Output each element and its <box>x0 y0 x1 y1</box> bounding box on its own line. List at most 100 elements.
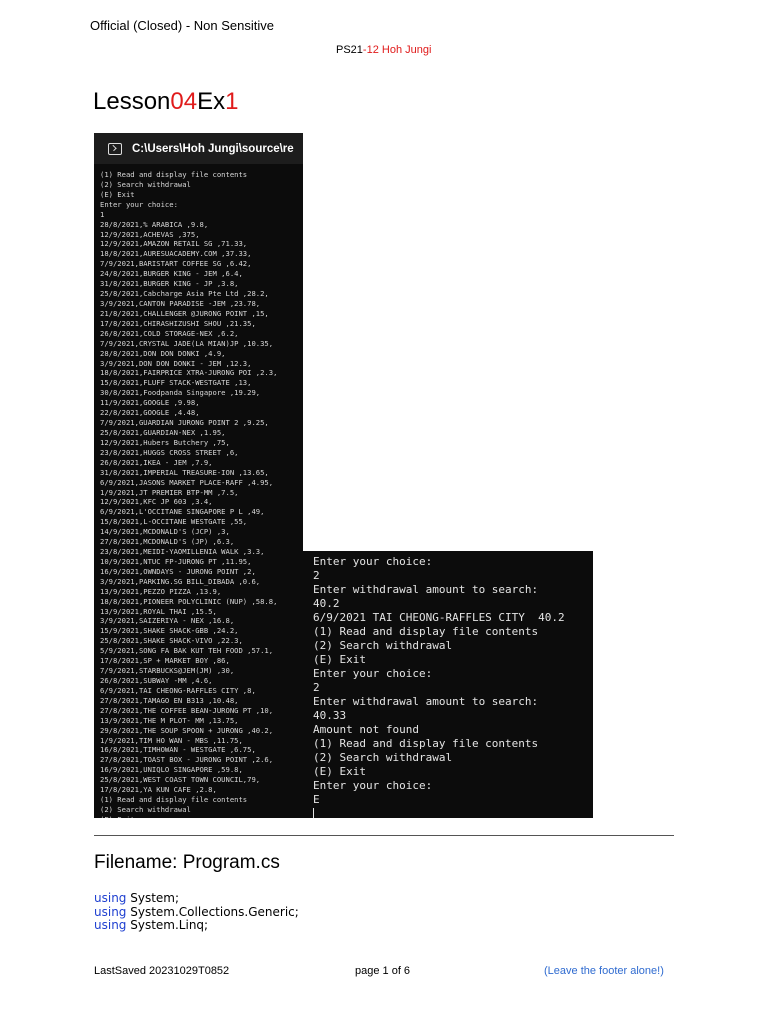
footer-page-number: page 1 of 6 <box>355 965 411 977</box>
terminal-line: 17/8/2021,YA KUN CAFE ,2.8, <box>100 785 217 795</box>
terminal-line: 2 <box>313 681 320 694</box>
terminal-line: Enter your choice: <box>100 199 178 209</box>
terminal-line: Amount not found <box>313 723 419 736</box>
terminal-line: 12/9/2021,ACHEVAS ,375, <box>100 229 200 239</box>
terminal-line: 7/9/2021,CRYSTAL JADE(LA MIAN)JP ,10.35, <box>100 338 274 348</box>
terminal-line: 12/9/2021,KFC JP 603 ,3.4, <box>100 497 213 507</box>
terminal-output-lines: (1) Read and display file contents (2) Se… <box>94 164 303 818</box>
terminal-line: (1) Read and display file contents <box>100 795 248 805</box>
terminal-line: 22/8/2021,GOOGLE ,4.48, <box>100 408 200 418</box>
terminal-line: 26/8/2021,SUBWAY -MM ,4.6, <box>100 676 213 686</box>
terminal-screenshot-search: Enter your choice: 2 Enter withdrawal amou… <box>303 551 593 818</box>
terminal-line: (2) Search withdrawal <box>100 805 191 814</box>
terminal-line: 18/8/2021,FAIRPRICE XTRA-JURONG POI ,2.3… <box>100 368 278 378</box>
terminal-line: 25/8/2021,SHAKE SHACK-VIVO ,22.3, <box>100 636 243 646</box>
terminal-line: 28/8/2021,% ARABICA ,9.8, <box>100 219 209 229</box>
terminal-line: 1 <box>100 209 105 219</box>
code-text: System.Linq; <box>126 918 209 932</box>
terminal-line: 40.2 <box>313 597 340 610</box>
terminal-line: 10/9/2021,NTUC FP-JURONG PT ,11.95, <box>100 556 252 566</box>
terminal-line: 1/9/2021,TIM HO WAN - MBS ,11.75, <box>100 735 243 745</box>
code-text: System; <box>126 891 180 905</box>
terminal-line: 28/8/2021,DON DON DONKI ,4.9, <box>100 348 226 358</box>
terminal-line: 7/9/2021,GUARDIAN JURONG POINT 2 ,9.25, <box>100 418 269 428</box>
footer-note: (Leave the footer alone!) <box>544 965 664 977</box>
terminal-line: 15/8/2021,L-OCCITANE WESTGATE ,55, <box>100 517 248 527</box>
terminal-line: 40.33 <box>313 709 347 722</box>
terminal-line: Enter withdrawal amount to search: <box>313 583 539 596</box>
terminal-line: (2) Search withdrawal <box>313 639 453 652</box>
terminal-line: 12/9/2021,AMAZON RETAIL SG ,71.33, <box>100 239 248 249</box>
terminal-line: 24/8/2021,BURGER KING - JEM ,6.4, <box>100 269 243 279</box>
terminal-line: 23/8/2021,MEIDI-YAOMILLENIA WALK ,3.3, <box>100 547 265 557</box>
page-title: Lesson04Ex1 <box>93 88 238 116</box>
terminal-line: 18/8/2021,AURESUACADEMY.COM ,37.33, <box>100 249 252 259</box>
terminal-line: E <box>313 793 320 806</box>
terminal-line: (1) Read and display file contents <box>313 625 539 638</box>
terminal-line: 6/9/2021,JASONS MARKET PLACE-RAFF ,4.95, <box>100 477 274 487</box>
terminal-line: 12/9/2021,Hubers Butchery ,75, <box>100 437 230 447</box>
filename-heading: Filename: Program.cs <box>94 852 280 873</box>
terminal-line: 29/8/2021,THE SOUP SPOON + JURONG ,40.2, <box>100 725 274 735</box>
terminal-line: 21/8/2021,CHALLENGER @JURONG POINT ,15, <box>100 308 269 318</box>
terminal-line: 25/8/2021,GUARDIAN-NEX ,1.95, <box>100 427 226 437</box>
terminal-line: 3/9/2021,SAIZERIYA - NEX ,16.8, <box>100 616 235 626</box>
terminal-line: 5/9/2021,SONG FA BAK KUT TEH FOOD ,57.1, <box>100 646 274 656</box>
title-lesson-number: 04 <box>170 88 198 115</box>
terminal-line: (E) Exit <box>100 815 303 818</box>
terminal-line: 3/9/2021,CANTON PARADISE -JEM ,23.78, <box>100 298 261 308</box>
header-id-prefix: PS21 <box>336 44 363 56</box>
terminal-line: 13/9/2021,PEZZO PIZZA ,13.9, <box>100 586 222 596</box>
terminal-line: 25/8/2021,WEST COAST TOWN COUNCIL,79, <box>100 775 261 785</box>
terminal-cursor <box>313 808 314 818</box>
terminal-line: (E) Exit <box>100 189 135 199</box>
terminal-line: 27/8/2021,MCDONALD'S (JP) ,6.3, <box>100 537 235 547</box>
terminal-title-bar: C:\Users\Hoh Jungi\source\re <box>94 133 303 164</box>
terminal-line: (2) Search withdrawal <box>313 751 453 764</box>
code-line: using System.Collections.Generic; <box>94 904 299 920</box>
code-text: System.Collections.Generic; <box>126 904 299 919</box>
terminal-line: Enter your choice: <box>313 555 433 568</box>
terminal-line: 25/8/2021,Cabcharge Asia Pte Ltd ,28.2, <box>100 289 269 299</box>
title-lesson: Lesson <box>93 88 171 115</box>
code-line: using System; <box>94 891 299 906</box>
terminal-line: 17/8/2021,CHIRASHIZUSHI SHOU ,21.35, <box>100 318 256 328</box>
terminal-line: Enter your choice: <box>313 779 433 792</box>
terminal-line: (E) Exit <box>313 765 366 778</box>
terminal-line: 13/9/2021,ROYAL THAI ,15.5, <box>100 606 217 616</box>
terminal-line: 11/9/2021,GOOGLE ,9.98, <box>100 398 200 408</box>
terminal-screenshot-output: C:\Users\Hoh Jungi\source\re (1) Read an… <box>94 133 303 818</box>
section-divider <box>94 835 674 836</box>
terminal-line: 27/8/2021,TAMAGO EN B313 ,10.48, <box>100 695 239 705</box>
terminal-line: 16/8/2021,TIMHOWAN - WESTGATE ,6.75, <box>100 745 256 755</box>
code-line: using System.Linq; <box>94 918 299 933</box>
terminal-icon <box>108 142 122 155</box>
terminal-line: 30/8/2021,Foodpanda Singapore ,19.29, <box>100 388 261 398</box>
terminal-line: 17/8/2021,SP + MARKET BOY ,86, <box>100 656 230 666</box>
terminal-line: (2) Search withdrawal <box>100 179 191 189</box>
terminal-line: 6/9/2021,TAI CHEONG-RAFFLES CITY ,8, <box>100 685 256 695</box>
terminal-search-lines: Enter your choice: 2 Enter withdrawal amou… <box>303 551 593 818</box>
terminal-line: 15/9/2021,SHAKE SHACK-GBB ,24.2, <box>100 626 239 636</box>
terminal-line: 26/8/2021,IKEA - JEM ,7.9, <box>100 457 213 467</box>
code-block: using System; using System.Collections.Ge… <box>94 891 299 933</box>
terminal-line: 27/8/2021,TOAST BOX - JURONG POINT ,2.6, <box>100 755 274 765</box>
code-keyword: using <box>94 904 127 919</box>
header-id-suffix: -12 Hoh Jungi <box>362 44 432 56</box>
header-student-id: PS21-12 Hoh Jungi <box>336 44 431 56</box>
terminal-line: 3/9/2021,DON DON DONKI - JEM ,12.3, <box>100 358 252 368</box>
terminal-line: Enter your choice: <box>313 667 433 680</box>
header-classification: Official (Closed) - Non Sensitive <box>90 18 274 33</box>
terminal-line: 7/9/2021,STARBUCKS@JEM(JM) ,30, <box>100 666 235 676</box>
terminal-line: 3/9/2021,PARKING.SG BILL_DIBADA ,0.6, <box>100 576 261 586</box>
terminal-line: 16/9/2021,UNIQLO SINGAPORE ,59.8, <box>100 765 243 775</box>
terminal-line: 27/8/2021,THE COFFEE BEAN-JURONG PT ,10, <box>100 705 274 715</box>
title-ex-number: 1 <box>225 88 239 115</box>
terminal-line: 26/8/2021,COLD STORAGE-NEX ,6.2, <box>100 328 239 338</box>
footer-last-saved: LastSaved 20231029T0852 <box>94 965 230 977</box>
terminal-line: 7/9/2021,BARISTART COFFEE SG ,6.42, <box>100 259 252 269</box>
code-keyword: using <box>94 891 127 905</box>
terminal-line: 31/8/2021,IMPERIAL TREASURE-ION ,13.65, <box>100 467 269 477</box>
terminal-line: 31/8/2021,BURGER KING - JP ,3.8, <box>100 279 239 289</box>
terminal-line: 14/9/2021,MCDONALD'S (JCP) ,3, <box>100 527 230 537</box>
